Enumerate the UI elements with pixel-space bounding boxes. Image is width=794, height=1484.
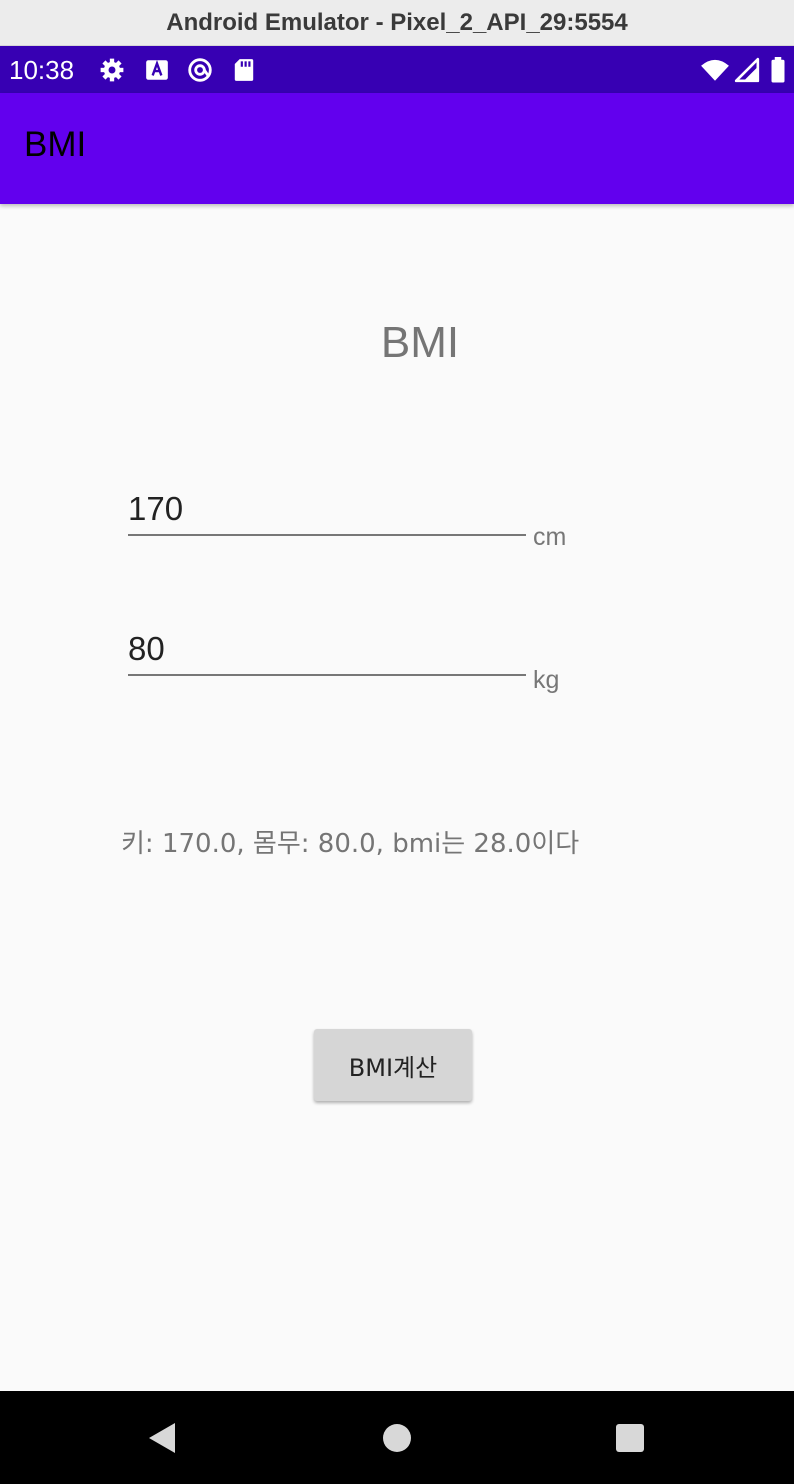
back-icon[interactable] (137, 1413, 187, 1463)
sd-card-icon (234, 59, 254, 81)
height-unit-label: cm (533, 523, 567, 551)
wifi-icon (701, 59, 729, 81)
weight-unit-label: kg (533, 666, 560, 694)
app-bar-title: BMI (24, 125, 87, 164)
weight-field[interactable] (128, 630, 526, 676)
navigation-bar (0, 1391, 794, 1484)
bmi-result-text: 키: 170.0, 몸무: 80.0, bmi는 28.0이다 (121, 829, 580, 859)
gear-icon (100, 58, 124, 82)
window-title: Android Emulator - Pixel_2_API_29:5554 (0, 0, 794, 46)
battery-icon (771, 57, 785, 83)
height-field[interactable] (128, 490, 526, 536)
signal-icon (734, 57, 760, 83)
a-box-icon (146, 60, 168, 80)
at-circle-icon (188, 58, 212, 82)
page-title: BMI (380, 318, 460, 367)
home-icon[interactable] (372, 1413, 422, 1463)
bmi-calculate-button[interactable]: BMI계산 (314, 1029, 472, 1101)
height-input[interactable] (128, 490, 526, 536)
status-bar: 10:38 (0, 46, 794, 93)
weight-input[interactable] (128, 630, 526, 676)
status-time: 10:38 (9, 55, 75, 85)
recents-icon[interactable] (605, 1413, 655, 1463)
app-bar: BMI (0, 93, 794, 204)
